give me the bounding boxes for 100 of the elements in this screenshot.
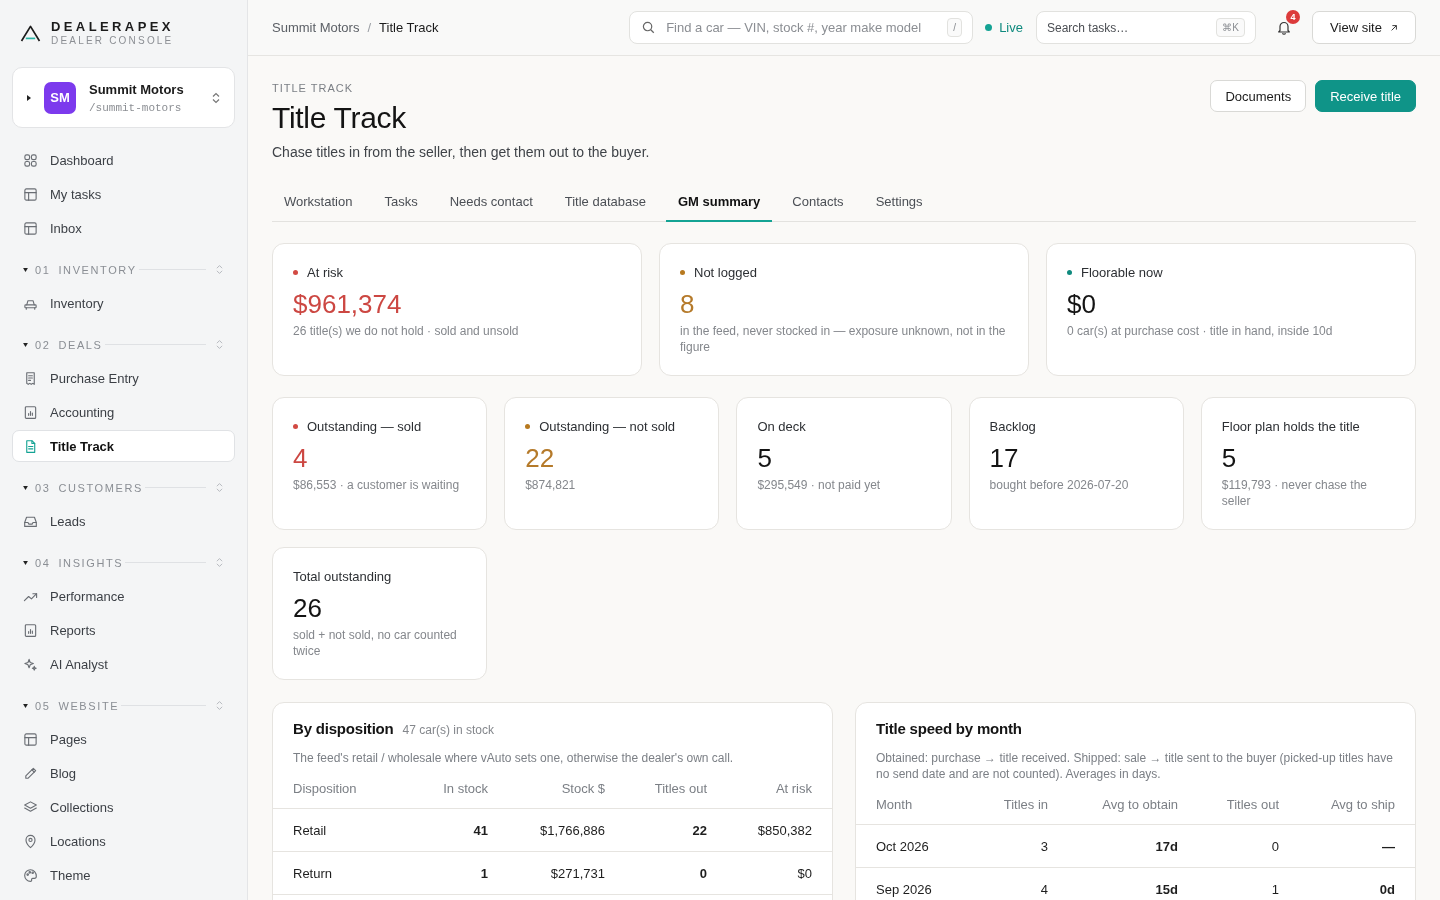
stat-value: 5 bbox=[757, 442, 773, 474]
nav-item[interactable]: Pages bbox=[12, 722, 235, 756]
chevron-up-down-icon bbox=[216, 264, 223, 275]
workspace-avatar: SM bbox=[44, 81, 76, 114]
nav-item[interactable]: Blog bbox=[12, 756, 235, 790]
breadcrumb-separator: / bbox=[367, 20, 372, 35]
panel-count: 47 car(s) in stock bbox=[402, 723, 494, 737]
stat-value: 4 bbox=[293, 442, 309, 474]
palette-icon bbox=[23, 867, 38, 883]
table-cell: 0 bbox=[1188, 824, 1289, 868]
stat-note: $874,821 bbox=[525, 477, 577, 493]
table-cell: 1 bbox=[413, 851, 498, 895]
column-header: Avg to obtain bbox=[1058, 784, 1188, 825]
stat-label: Floor plan holds the title bbox=[1221, 418, 1360, 434]
nav-item[interactable]: Locations bbox=[12, 824, 235, 858]
table-cell: 4 bbox=[976, 867, 1058, 900]
nav-item[interactable]: Dashboard bbox=[12, 143, 235, 177]
stat-note: $295,549 · not paid yet bbox=[757, 477, 882, 493]
map-pin-icon bbox=[23, 833, 38, 849]
layout-icon bbox=[23, 731, 38, 747]
tab[interactable]: Title database bbox=[552, 182, 658, 222]
panel-title: By disposition bbox=[293, 719, 394, 739]
table-cell: $850,382 bbox=[717, 808, 832, 852]
view-site-button[interactable]: View site bbox=[1312, 11, 1416, 44]
stat-label: Not logged bbox=[694, 264, 757, 280]
nav-item[interactable]: Inventory bbox=[12, 286, 235, 320]
table-cell: 17d bbox=[1058, 824, 1188, 868]
nav-item[interactable]: Purchase Entry bbox=[12, 361, 235, 395]
tab[interactable]: Workstation bbox=[272, 182, 365, 222]
grid-icon bbox=[23, 152, 38, 168]
nav-item[interactable]: Title Track bbox=[12, 430, 235, 462]
column-header: At risk bbox=[717, 768, 832, 809]
table-cell: Retail bbox=[273, 808, 413, 852]
stat-note: $119,793 · never chase the seller bbox=[1221, 477, 1368, 509]
stat-note: 26 title(s) we do not hold · sold and unsold bbox=[293, 323, 520, 339]
sparkle-icon bbox=[23, 656, 38, 672]
workspace-name: Summit Motors bbox=[89, 80, 185, 98]
report-icon bbox=[23, 622, 38, 638]
chevron-up-down-icon bbox=[216, 700, 223, 711]
nav-item[interactable]: Leads bbox=[12, 504, 235, 538]
search-icon bbox=[642, 21, 656, 34]
nav-item[interactable]: Accounting bbox=[12, 395, 235, 429]
nav-item[interactable]: Reports bbox=[12, 613, 235, 647]
table-cell: — bbox=[1289, 824, 1415, 868]
table-cell: 3 bbox=[976, 824, 1058, 868]
stat-value: 8 bbox=[680, 288, 696, 320]
stat-value: $0 bbox=[1067, 288, 1097, 320]
workspace-switcher[interactable]: SM Summit Motors /summit-motors bbox=[12, 67, 235, 128]
stat-note: bought before 2026-07-20 bbox=[989, 477, 1130, 493]
table-cell: 0d bbox=[1289, 867, 1415, 900]
nav-item[interactable]: My tasks bbox=[12, 177, 235, 211]
nav-item[interactable]: Collections bbox=[12, 790, 235, 824]
shortcut-hint: / bbox=[947, 18, 963, 37]
table-cell: 22 bbox=[615, 808, 717, 852]
stat-note: 0 car(s) at purchase cost · title in hand, inside 10d bbox=[1067, 323, 1334, 339]
nav-item[interactable]: AI Analyst bbox=[12, 647, 235, 681]
stat-value: 26 bbox=[293, 592, 323, 624]
column-header: Avg to ship bbox=[1289, 784, 1415, 825]
stat-value: $961,374 bbox=[293, 288, 403, 320]
stat-value: 5 bbox=[1221, 442, 1238, 474]
stat-note: in the feed, never stocked in — exposure unknown, not in the figure bbox=[680, 323, 1007, 355]
tab[interactable]: Tasks bbox=[372, 182, 430, 222]
shortcut-hint: ⌘K bbox=[1216, 18, 1245, 37]
column-header: In stock bbox=[413, 768, 498, 809]
column-header: Titles in bbox=[976, 784, 1058, 825]
stat-label: At risk bbox=[307, 264, 344, 280]
nav-item[interactable]: Theme bbox=[12, 858, 235, 892]
tab[interactable]: Contacts bbox=[780, 182, 856, 222]
arrow-up-right-icon bbox=[1389, 23, 1398, 32]
page-title: Title Track bbox=[272, 100, 407, 136]
table-cell: 15d bbox=[1058, 867, 1188, 900]
stat-value: 22 bbox=[525, 442, 556, 474]
panel-description: The feed's retail / wholesale where vAuto sets one, otherwise the dealer's own call. bbox=[293, 750, 735, 766]
column-header: Disposition bbox=[273, 768, 413, 809]
layout-icon bbox=[23, 220, 38, 236]
column-header: Month bbox=[856, 784, 976, 825]
breadcrumb-link[interactable]: Summit Motors bbox=[272, 20, 360, 35]
page-eyebrow: TITLE TRACK bbox=[272, 81, 355, 96]
live-status-dot-icon bbox=[985, 24, 993, 31]
tab[interactable]: GM summary bbox=[665, 182, 773, 222]
triangle-logo-icon bbox=[20, 24, 41, 42]
tab[interactable]: Settings bbox=[863, 182, 935, 222]
table-cell: 1 bbox=[1188, 867, 1289, 900]
notification-badge: 4 bbox=[1286, 9, 1300, 24]
breadcrumb-current: Title Track bbox=[379, 20, 439, 35]
secondary-button[interactable]: Documents bbox=[1210, 80, 1307, 112]
table-cell: $271,731 bbox=[498, 851, 615, 895]
stat-label: Outstanding — not sold bbox=[539, 418, 676, 434]
panel-title: Title speed by month bbox=[876, 719, 1022, 739]
tab[interactable]: Needs contact bbox=[437, 182, 545, 222]
table-cell: Oct 2026 bbox=[856, 824, 976, 868]
nav-item[interactable]: Inbox bbox=[12, 211, 235, 245]
panel-description: Obtained: purchase → title received. Shipped: sale → title sent to the buyer (picked-up titles have no send date and are not counted). Averages in days. bbox=[876, 750, 1394, 782]
stat-label: On deck bbox=[757, 418, 806, 434]
brand-tagline: DEALER CONSOLE bbox=[51, 34, 174, 47]
stat-value: 17 bbox=[989, 442, 1020, 474]
stat-note: $86,553 · a customer is waiting bbox=[293, 477, 461, 493]
nav-item[interactable]: Performance bbox=[12, 579, 235, 613]
layers-icon bbox=[23, 799, 38, 815]
primary-button[interactable]: Receive title bbox=[1315, 80, 1416, 112]
